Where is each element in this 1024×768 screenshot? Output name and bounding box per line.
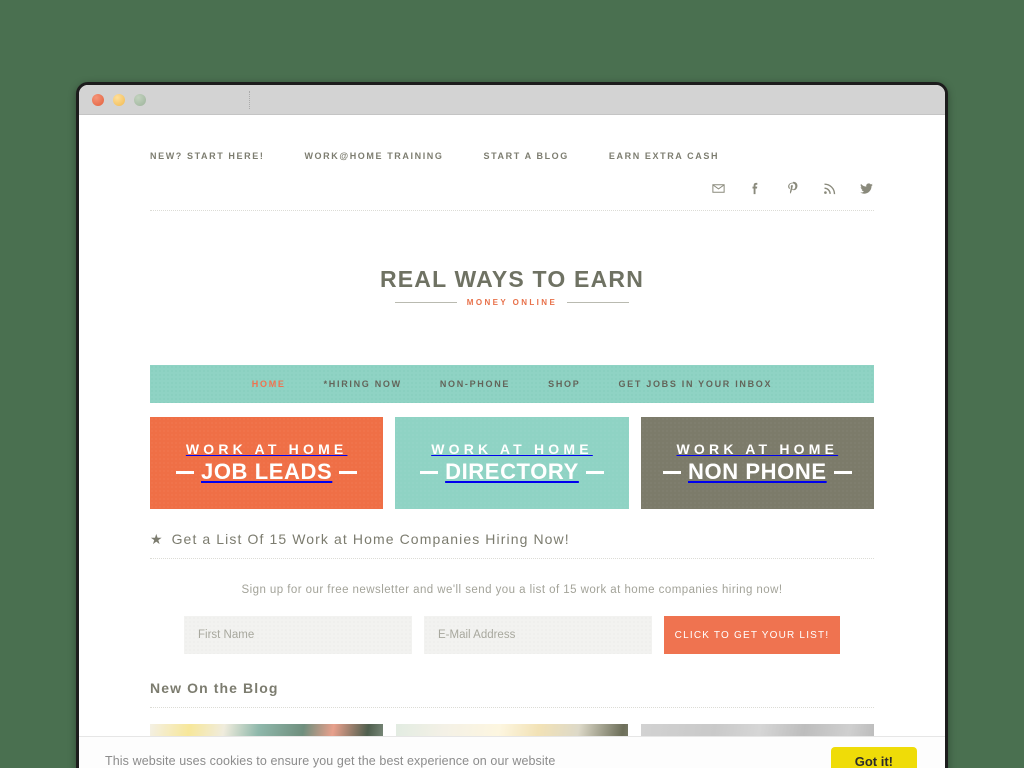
banner-non-phone-main-wrap: NON PHONE [663, 459, 852, 485]
rss-icon[interactable] [822, 181, 837, 196]
header-container: NEW? START HERE! WORK@HOME TRAINING STAR… [150, 115, 874, 317]
banner-directory-main: DIRECTORY [445, 459, 579, 485]
banner-job-leads-main: JOB LEADS [201, 459, 333, 485]
cookie-consent-banner: This website uses cookies to ensure you … [79, 736, 945, 768]
banner-directory-main-wrap: DIRECTORY [420, 459, 604, 485]
nav-item-get-jobs-in-your-inbox[interactable]: GET JOBS IN YOUR INBOX [618, 379, 772, 389]
logo-rule-left [394, 302, 457, 304]
banner-dash-right [585, 470, 604, 474]
cookie-accept-button[interactable]: Got it! [830, 746, 917, 768]
banner-non-phone[interactable]: WORK AT HOME NON PHONE [640, 417, 874, 510]
banner-dash-left [663, 470, 681, 474]
window-close-button[interactable] [92, 93, 104, 106]
newsletter-form: CLICK TO GET YOUR LIST! [150, 616, 874, 655]
nav-item-home[interactable]: HOME [252, 379, 286, 389]
newsletter-signup: ★ Get a List Of 15 Work at Home Companie… [150, 531, 874, 655]
top-nav-item-earn-extra-cash[interactable]: EARN EXTRA CASH [609, 151, 719, 161]
pinterest-icon[interactable] [785, 181, 800, 196]
top-nav-item-new-start-here[interactable]: NEW? START HERE! [150, 151, 264, 161]
submit-button[interactable]: CLICK TO GET YOUR LIST! [664, 616, 840, 655]
star-icon: ★ [150, 531, 163, 548]
main-navigation: HOME *HIRING NOW NON-PHONE SHOP GET JOBS… [150, 365, 874, 404]
blog-heading: New On the Blog [150, 680, 874, 709]
email-icon[interactable] [711, 181, 726, 196]
banner-non-phone-top: WORK AT HOME [676, 441, 839, 458]
nav-item-shop[interactable]: SHOP [548, 379, 580, 389]
top-nav-item-start-a-blog[interactable]: START A BLOG [484, 151, 569, 161]
page-content: NEW? START HERE! WORK@HOME TRAINING STAR… [79, 115, 945, 768]
main-container: HOME *HIRING NOW NON-PHONE SHOP GET JOBS… [150, 365, 875, 768]
first-name-input[interactable] [184, 616, 412, 655]
nav-item-hiring-now[interactable]: *HIRING NOW [324, 379, 402, 389]
banner-dash-left [420, 470, 439, 474]
window-zoom-button[interactable] [134, 93, 146, 106]
top-navigation: NEW? START HERE! WORK@HOME TRAINING STAR… [150, 115, 874, 161]
titlebar-divider [249, 91, 250, 109]
logo-title: REAL WAYS TO EARN [379, 266, 645, 292]
window-minimize-button[interactable] [113, 93, 125, 106]
nav-item-non-phone[interactable]: NON-PHONE [440, 379, 510, 389]
social-links [150, 161, 874, 211]
cookie-consent-text: This website uses cookies to ensure you … [105, 754, 556, 768]
twitter-icon[interactable] [859, 181, 874, 196]
banner-dash-right [833, 470, 852, 474]
facebook-icon[interactable] [748, 181, 763, 196]
logo-subtitle: MONEY ONLINE [466, 298, 558, 308]
banner-job-leads[interactable]: WORK AT HOME JOB LEADS [150, 417, 384, 510]
browser-titlebar [79, 85, 945, 115]
email-input[interactable] [424, 616, 652, 655]
banner-dash-left [176, 470, 194, 474]
newsletter-subtitle: Sign up for our free newsletter and we'l… [241, 584, 783, 597]
banner-dash-right [339, 470, 358, 474]
newsletter-title: Get a List Of 15 Work at Home Companies … [171, 531, 570, 548]
banner-job-leads-top: WORK AT HOME [185, 441, 348, 458]
browser-window: NEW? START HERE! WORK@HOME TRAINING STAR… [76, 82, 948, 768]
banner-job-leads-main-wrap: JOB LEADS [176, 459, 358, 485]
top-nav-item-work-home-training[interactable]: WORK@HOME TRAINING [304, 151, 443, 161]
site-logo[interactable]: REAL WAYS TO EARN MONEY ONLINE [150, 211, 874, 317]
banner-non-phone-main: NON PHONE [688, 459, 827, 485]
banner-directory[interactable]: WORK AT HOME DIRECTORY [395, 417, 629, 510]
promo-banners: WORK AT HOME JOB LEADS WORK AT HOME DIRE… [150, 417, 874, 510]
logo-subtitle-wrap: MONEY ONLINE [150, 298, 874, 307]
banner-directory-top: WORK AT HOME [431, 441, 593, 458]
logo-rule-right [567, 302, 630, 304]
newsletter-heading: ★ Get a List Of 15 Work at Home Companie… [150, 531, 874, 560]
